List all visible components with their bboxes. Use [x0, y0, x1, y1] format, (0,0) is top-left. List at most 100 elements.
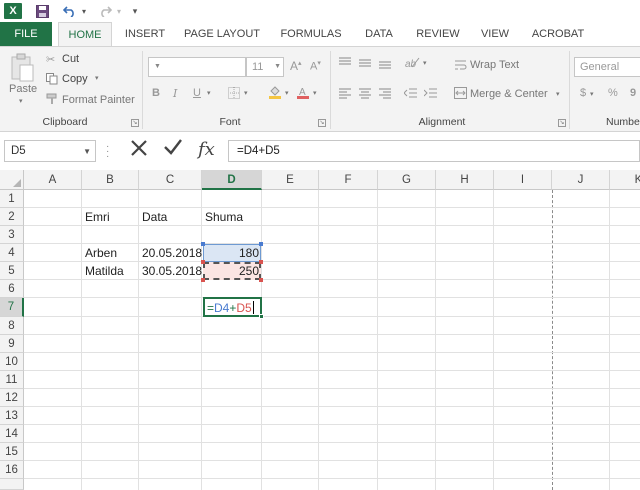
orientation-icon[interactable]: ab: [404, 55, 420, 72]
tab-home[interactable]: HOME: [58, 22, 112, 47]
merge-center-dropdown-icon[interactable]: ▾: [556, 90, 560, 98]
borders-icon[interactable]: [228, 87, 240, 102]
cell-c4[interactable]: 20.05.2018: [139, 244, 202, 262]
align-center-icon[interactable]: [358, 87, 372, 102]
align-middle-icon[interactable]: [358, 57, 372, 72]
column-header-h[interactable]: H: [436, 170, 494, 190]
name-box[interactable]: D5 ▼: [4, 140, 96, 162]
select-all-button[interactable]: [0, 170, 24, 190]
row-header-8[interactable]: 8: [0, 317, 24, 335]
merge-center-button[interactable]: Merge & Center: [470, 88, 548, 100]
currency-format-button[interactable]: $: [580, 87, 586, 99]
cell-d5[interactable]: 250: [202, 262, 262, 280]
tab-file[interactable]: FILE: [0, 22, 52, 46]
alignment-launcher-icon[interactable]: ↘: [558, 119, 566, 127]
row-header-15[interactable]: 15: [0, 443, 24, 461]
comma-style-button[interactable]: 9: [630, 87, 636, 99]
underline-button[interactable]: U: [193, 87, 201, 99]
row-header-9[interactable]: 9: [0, 335, 24, 353]
copy-button[interactable]: Copy: [62, 73, 88, 85]
column-header-f[interactable]: F: [319, 170, 378, 190]
column-header-b[interactable]: B: [82, 170, 139, 190]
cell-c5[interactable]: 30.05.2018: [139, 262, 202, 280]
cell-b2[interactable]: Emri: [82, 208, 139, 226]
fill-color-dropdown-icon[interactable]: ▾: [285, 89, 289, 97]
worksheet-grid[interactable]: A B C D E F G H I J K 1 2 3 4 5 6 7 8 9 …: [0, 170, 640, 490]
column-header-d[interactable]: D: [202, 170, 262, 190]
tab-review[interactable]: REVIEW: [408, 22, 468, 46]
font-name-combo[interactable]: ▼: [148, 57, 246, 77]
bold-button[interactable]: B: [152, 87, 160, 99]
fill-handle[interactable]: [259, 314, 264, 319]
tab-acrobat[interactable]: ACROBAT: [524, 22, 592, 46]
align-right-icon[interactable]: [378, 87, 392, 102]
column-header-g[interactable]: G: [378, 170, 436, 190]
row-header-4[interactable]: 4: [0, 244, 24, 262]
column-header-c[interactable]: C: [139, 170, 202, 190]
row-header-1[interactable]: 1: [0, 190, 24, 208]
number-format-combo[interactable]: General: [574, 57, 640, 77]
paste-dropdown-icon[interactable]: ▾: [19, 97, 23, 105]
wrap-text-icon[interactable]: [454, 59, 467, 74]
tab-insert[interactable]: INSERT: [118, 22, 172, 46]
row-header-17[interactable]: [0, 479, 24, 490]
row-header-11[interactable]: 11: [0, 371, 24, 389]
redo-dropdown-icon[interactable]: ▾: [115, 3, 123, 19]
merge-center-icon[interactable]: [454, 87, 467, 102]
cell-d2[interactable]: Shuma: [202, 208, 262, 226]
font-launcher-icon[interactable]: ↘: [318, 119, 326, 127]
copy-icon[interactable]: [46, 73, 58, 88]
name-box-dropdown-icon[interactable]: ▼: [83, 147, 91, 156]
cell-c2[interactable]: Data: [139, 208, 202, 226]
cancel-entry-icon[interactable]: [130, 139, 148, 163]
formula-input[interactable]: =D4+D5: [228, 140, 640, 162]
column-header-j[interactable]: J: [552, 170, 610, 190]
undo-dropdown-icon[interactable]: ▾: [80, 3, 88, 19]
row-header-7[interactable]: 7: [0, 298, 24, 317]
row-header-2[interactable]: 2: [0, 208, 24, 226]
orientation-dropdown-icon[interactable]: ▾: [423, 59, 427, 67]
row-header-13[interactable]: 13: [0, 407, 24, 425]
increase-font-icon[interactable]: A▴: [290, 59, 302, 73]
cut-button[interactable]: Cut: [62, 53, 79, 65]
column-header-e[interactable]: E: [262, 170, 319, 190]
align-bottom-icon[interactable]: [378, 57, 392, 72]
italic-button[interactable]: I: [173, 87, 177, 100]
save-icon[interactable]: [34, 3, 50, 19]
wrap-text-button[interactable]: Wrap Text: [470, 59, 519, 71]
font-size-dropdown-icon[interactable]: ▼: [274, 63, 281, 70]
row-header-6[interactable]: 6: [0, 280, 24, 298]
tab-view[interactable]: VIEW: [474, 22, 516, 46]
tab-data[interactable]: DATA: [356, 22, 402, 46]
align-left-icon[interactable]: [338, 87, 352, 102]
fill-color-icon[interactable]: [268, 85, 282, 102]
row-header-5[interactable]: 5: [0, 262, 24, 280]
cut-icon[interactable]: ✂: [46, 53, 55, 66]
cell-b5[interactable]: Matilda: [82, 262, 139, 280]
align-top-icon[interactable]: [338, 57, 352, 72]
row-header-14[interactable]: 14: [0, 425, 24, 443]
active-cell-editor[interactable]: =D4+D5: [203, 297, 264, 319]
tab-formulas[interactable]: FORMULAS: [272, 22, 350, 46]
customize-quick-access-icon[interactable]: ▾: [130, 3, 140, 19]
copy-dropdown-icon[interactable]: ▾: [95, 74, 99, 82]
column-header-i[interactable]: I: [494, 170, 552, 190]
format-painter-icon[interactable]: [46, 93, 58, 108]
borders-dropdown-icon[interactable]: ▾: [244, 89, 248, 97]
tab-page-layout[interactable]: PAGE LAYOUT: [178, 22, 266, 46]
underline-dropdown-icon[interactable]: ▾: [207, 89, 211, 97]
enter-entry-icon[interactable]: [163, 138, 183, 162]
increase-indent-icon[interactable]: [423, 87, 438, 102]
decrease-font-icon[interactable]: A▾: [310, 59, 321, 73]
paste-icon[interactable]: [10, 53, 34, 86]
cell-d4[interactable]: 180: [202, 244, 262, 262]
font-color-dropdown-icon[interactable]: ▾: [313, 89, 317, 97]
row-header-16[interactable]: 16: [0, 461, 24, 479]
redo-icon[interactable]: [97, 3, 113, 19]
currency-dropdown-icon[interactable]: ▾: [590, 90, 594, 98]
row-header-3[interactable]: 3: [0, 226, 24, 244]
column-header-a[interactable]: A: [24, 170, 82, 190]
row-header-10[interactable]: 10: [0, 353, 24, 371]
font-name-dropdown-icon[interactable]: ▼: [154, 63, 243, 70]
column-header-k[interactable]: K: [610, 170, 640, 190]
